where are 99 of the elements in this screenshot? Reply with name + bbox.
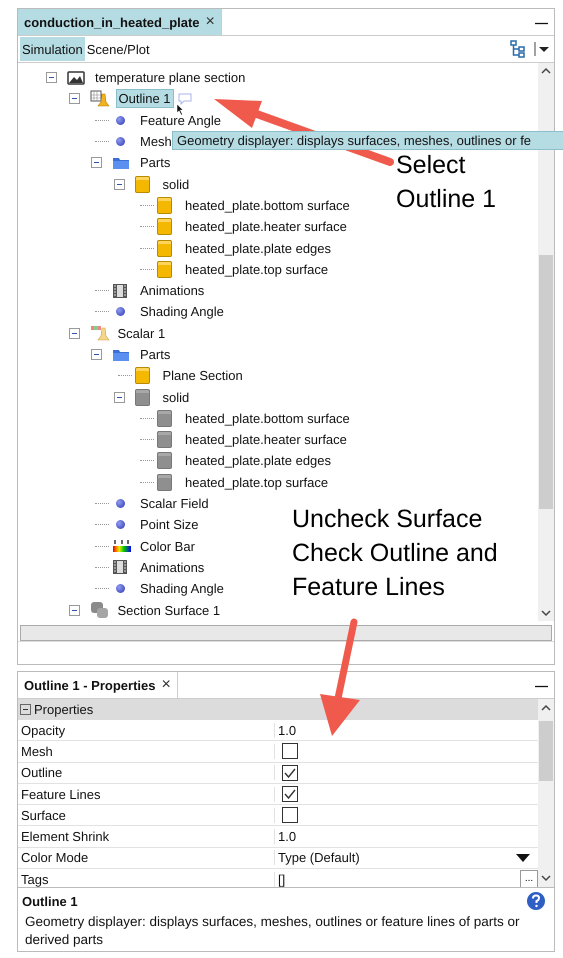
film-icon [112,559,128,576]
folder-icon [112,348,130,362]
group-header: Properties [34,702,94,717]
film-icon [112,282,128,299]
checkbox[interactable] [282,764,298,781]
part-icon [157,431,172,448]
description-title: Outline 1 [22,894,78,908]
part-icon [157,218,172,236]
close-icon[interactable]: × [206,13,215,31]
tree-item[interactable]: Plane Section [160,367,245,384]
collapse-icon[interactable] [91,157,102,168]
tree-item[interactable]: heated_plate.bottom surface [183,196,352,214]
part-icon [157,260,172,278]
tree-item[interactable]: Feature Angle [138,112,223,129]
part-icon [157,410,172,427]
tree-item[interactable]: heated_plate.top surface [183,474,330,491]
browse-button[interactable]: ... [520,870,538,887]
outline-displayer-icon [90,90,110,108]
dot-icon [116,137,125,146]
view-tab[interactable]: Scene/Plot [84,37,152,61]
dropdown-value[interactable]: Type (Default) [278,850,360,866]
part-icon [157,240,172,257]
collapse-icon[interactable] [91,349,102,360]
property-name: Outline [18,765,275,780]
tree-item[interactable]: Animations [138,282,206,300]
collapse-icon[interactable] [114,178,124,190]
tree-item[interactable]: Color Bar [138,538,197,555]
property-name: Opacity [18,722,275,738]
tree-item[interactable]: heated_plate.bottom surface [183,410,352,427]
cursor-icon [176,103,185,116]
property-name: Surface [18,808,275,823]
tree-item[interactable]: temperature plane section [93,69,248,86]
help-icon[interactable] [526,891,546,911]
part-icon [134,176,150,193]
part-icon [157,452,172,470]
annotation-text: Uncheck Surface Check Outline and Feature Lines [292,504,499,603]
tree-item[interactable]: Outline 1 [116,89,174,108]
tree-item[interactable]: solid [160,176,192,193]
tree-item[interactable]: heated_plate.plate edges [183,240,334,257]
checkbox[interactable] [282,743,298,760]
minimize-button[interactable]: — [529,14,554,30]
tree-item[interactable]: heated_plate.heater surface [183,218,349,236]
collapse-icon[interactable] [68,328,80,339]
tree-item[interactable]: Point Size [138,516,201,534]
color-bar-icon [112,539,132,554]
scrollbar[interactable] [538,63,554,621]
tree-item[interactable]: Scalar 1 [116,324,168,342]
property-value[interactable]: [] [278,872,286,887]
view-tab[interactable]: Simulation [20,37,85,61]
collapse-icon[interactable] [68,93,80,104]
checkbox[interactable] [282,807,298,824]
dropdown-icon[interactable] [534,40,550,58]
tree-item[interactable]: heated_plate.plate edges [183,452,334,470]
dropdown-arrow-icon[interactable] [516,854,530,862]
tree-item[interactable]: Section Surface 1 [116,602,222,619]
property-value[interactable]: 1.0 [278,722,296,738]
collapse-icon[interactable] [68,604,80,616]
property-name: Mesh [18,744,275,759]
scrollbar[interactable] [538,699,554,887]
dot-icon [116,520,125,530]
property-name: Element Shrink [18,829,275,844]
image-icon [67,70,85,85]
tree-item[interactable]: heated_plate.heater surface [183,431,349,448]
dot-icon [116,116,125,125]
close-icon[interactable]: × [161,676,171,694]
part-icon [157,196,172,214]
tree-item[interactable]: Scalar Field [138,495,211,512]
checkbox[interactable] [282,786,298,802]
part-icon [134,388,150,406]
tree-item[interactable]: Mesh [138,133,174,150]
tree-item[interactable]: Parts [138,346,172,363]
dot-icon [116,307,125,316]
minimize-button[interactable]: — [529,678,554,692]
tooltip: Geometry displayer: displays surfaces, meshes, outlines or fe [172,131,563,150]
collapse-icon[interactable] [114,392,124,403]
tree-item[interactable]: Animations [138,558,206,576]
tree-item[interactable]: Parts [138,154,172,172]
property-value[interactable]: 1.0 [278,829,296,844]
tree-item[interactable]: Shading Angle [138,580,226,598]
scalar-displayer-icon [90,324,110,342]
dot-icon [116,499,125,508]
collapse-icon[interactable] [46,72,57,84]
annotation-text: Select Outline 1 [396,150,498,215]
part-icon [157,474,172,491]
folder-icon [112,156,130,170]
part-icon [134,367,150,384]
section-surface-icon [90,601,110,620]
tree-item[interactable]: heated_plate.top surface [183,260,330,278]
dot-icon [116,584,125,594]
tree-item[interactable]: Shading Angle [138,303,226,320]
property-name: Color Mode [18,850,275,866]
document-tab[interactable]: conduction_in_heated_plate × [18,9,222,35]
property-name: Tags [18,872,275,887]
collapse-icon[interactable] [20,704,31,715]
property-name: Feature Lines [18,786,275,802]
horizontal-scrollbar[interactable] [20,625,552,641]
tree-view-icon[interactable] [510,40,526,58]
description-text: Geometry displayer: displays surfaces, meshes, outlines or feature lines of parts or derived parts [24,913,520,949]
tree-item[interactable]: solid [160,388,192,406]
